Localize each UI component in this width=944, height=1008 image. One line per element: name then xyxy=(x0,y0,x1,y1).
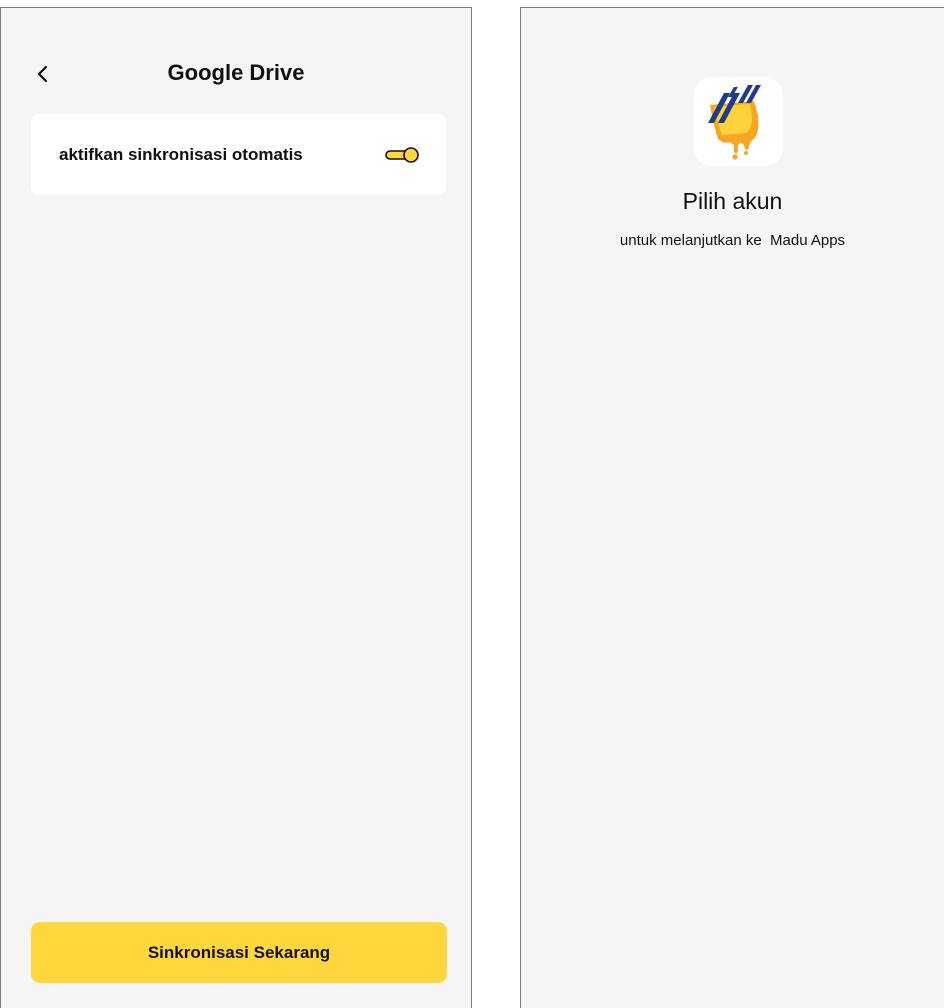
auto-sync-label: aktifkan sinkronisasi otomatis xyxy=(59,145,303,164)
auto-sync-card: aktifkan sinkronisasi otomatis xyxy=(31,114,446,195)
header: Google Drive xyxy=(1,54,471,94)
choose-account-subtitle: untuk melanjutkan ke Madu Apps xyxy=(619,232,846,249)
choose-account-screen: Pilih akun untuk melanjutkan ke Madu App… xyxy=(520,7,944,1008)
toggle-switch-icon[interactable] xyxy=(385,146,421,164)
choose-account-title: Pilih akun xyxy=(682,188,783,214)
page-title: Google Drive xyxy=(167,60,305,85)
madu-apps-logo-icon xyxy=(694,77,783,166)
sync-now-button[interactable]: Sinkronisasi Sekarang xyxy=(31,922,447,983)
google-drive-screen: Google Drive aktifkan sinkronisasi otoma… xyxy=(0,7,472,1008)
